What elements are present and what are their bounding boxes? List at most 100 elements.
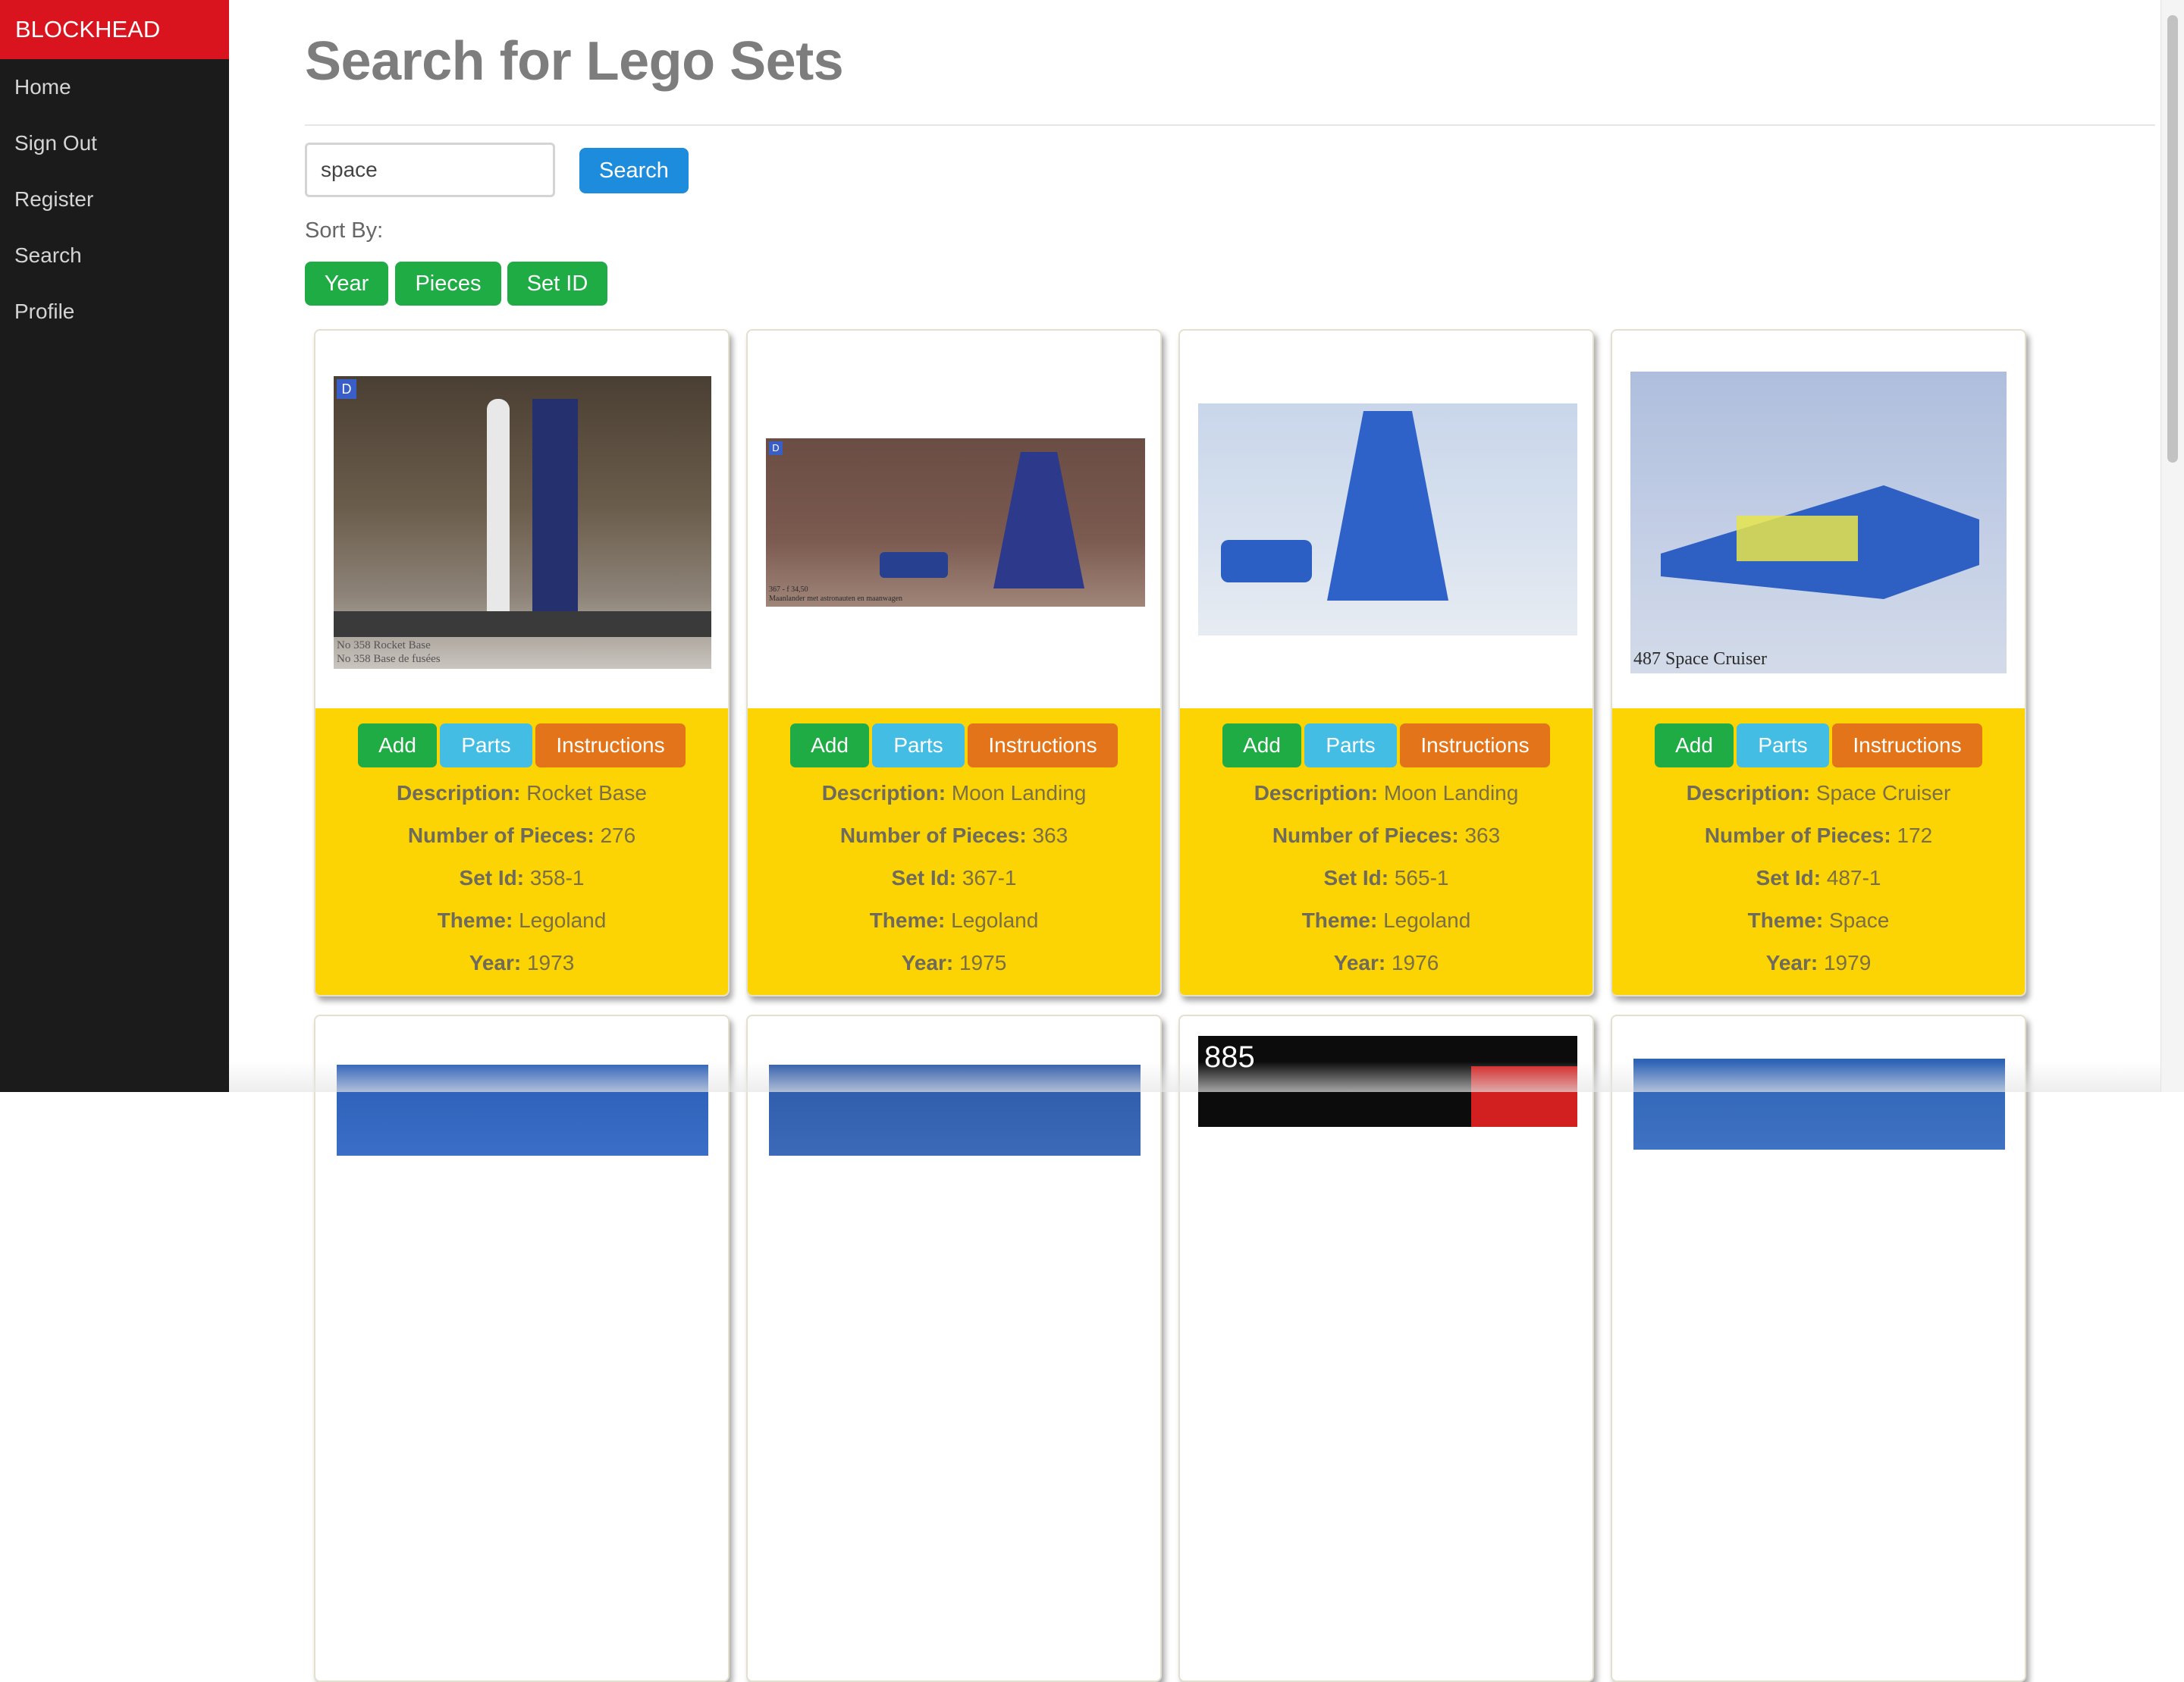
set-id-field: Set Id: 487-1 — [1612, 866, 2025, 890]
theme-value: Legoland — [1383, 908, 1471, 932]
set-card — [1611, 1015, 2026, 1682]
theme-value: Legoland — [951, 908, 1039, 932]
tower-shape — [532, 399, 578, 619]
set-info: Add Parts Instructions Description: Moon L… — [748, 708, 1160, 995]
scrollbar-thumb[interactable] — [2167, 15, 2178, 463]
pieces-field: Number of Pieces: 363 — [1180, 824, 1592, 848]
pieces-field: Number of Pieces: 363 — [748, 824, 1160, 848]
set-id-field: Set Id: 367-1 — [748, 866, 1160, 890]
vertical-scrollbar[interactable] — [2160, 0, 2184, 1092]
sidebar-item-search[interactable]: Search — [0, 228, 229, 284]
field-label: Number of Pieces: — [1272, 824, 1459, 847]
field-label: Description: — [397, 781, 521, 805]
theme-field: Theme: Space — [1612, 908, 2025, 933]
card-actions: Add Parts Instructions — [315, 723, 728, 767]
title-divider — [305, 124, 2155, 126]
theme-value: Space — [1828, 908, 1890, 932]
pieces-field: Number of Pieces: 172 — [1612, 824, 2025, 848]
add-button[interactable]: Add — [1222, 723, 1301, 767]
theme-field: Theme: Legoland — [1180, 908, 1592, 933]
image-caption: 487 Space Cruiser — [1633, 649, 1767, 669]
set-card — [746, 1015, 1162, 1682]
set-card — [314, 1015, 730, 1682]
pieces-value: 363 — [1464, 824, 1501, 847]
search-input[interactable] — [305, 143, 555, 197]
sort-label: Sort By: — [305, 218, 384, 243]
field-label: Set Id: — [459, 866, 525, 890]
set-card: D 367 - f 34,50 Maanlander met astronaut… — [746, 329, 1162, 996]
sidebar-item-home[interactable]: Home — [0, 59, 229, 115]
set-image-area: D 367 - f 34,50 Maanlander met astronaut… — [748, 331, 1160, 708]
sidebar-item-sign-out[interactable]: Sign Out — [0, 115, 229, 171]
canopy-shape — [1737, 516, 1858, 561]
sidebar: BLOCKHEAD Home Sign Out Register Search … — [0, 0, 229, 1092]
theme-field: Theme: Legoland — [748, 908, 1160, 933]
instructions-button[interactable]: Instructions — [535, 723, 686, 767]
field-label: Theme: — [1747, 908, 1824, 932]
description-field: Description: Space Cruiser — [1612, 781, 2025, 805]
set-card: Add Parts Instructions Description: Moon L… — [1178, 329, 1594, 996]
sort-pieces-button[interactable]: Pieces — [395, 262, 501, 306]
search-button[interactable]: Search — [579, 148, 689, 193]
description-field: Description: Moon Landing — [1180, 781, 1592, 805]
sidebar-nav: Home Sign Out Register Search Profile — [0, 59, 229, 340]
set-id-value: 367-1 — [962, 866, 1017, 890]
field-label: Theme: — [437, 908, 513, 932]
lander-shape — [993, 452, 1084, 588]
field-label: Set Id: — [891, 866, 957, 890]
field-label: Set Id: — [1756, 866, 1822, 890]
set-card: D No 358 Rocket Base No 358 Base de fusé… — [314, 329, 730, 996]
add-button[interactable]: Add — [358, 723, 437, 767]
rover-shape — [1221, 540, 1312, 582]
year-value: 1975 — [959, 951, 1007, 974]
set-image-area: D No 358 Rocket Base No 358 Base de fusé… — [315, 331, 728, 708]
brand-logo[interactable]: BLOCKHEAD — [0, 0, 229, 59]
year-field: Year: 1973 — [315, 951, 728, 975]
year-field: Year: 1976 — [1180, 951, 1592, 975]
set-info: Add Parts Instructions Description: Rocket… — [315, 708, 728, 995]
card-actions: Add Parts Instructions — [748, 723, 1160, 767]
set-image-area — [1180, 331, 1592, 708]
page-title: Search for Lego Sets — [305, 31, 844, 92]
field-label: Number of Pieces: — [1704, 824, 1891, 847]
instructions-button[interactable]: Instructions — [1832, 723, 1982, 767]
field-label: Theme: — [1301, 908, 1378, 932]
set-id-value: 487-1 — [1826, 866, 1881, 890]
image-caption: No 358 Rocket Base No 358 Base de fusées — [337, 639, 441, 665]
main-content: Search for Lego Sets Search Sort By: Yea… — [305, 0, 2184, 1682]
rover-shape — [880, 552, 948, 578]
instructions-button[interactable]: Instructions — [1400, 723, 1550, 767]
parts-button[interactable]: Parts — [1737, 723, 1829, 767]
set-card: 487 Space Cruiser Add Parts Instructions D… — [1611, 329, 2026, 996]
field-label: Year: — [469, 951, 522, 974]
pieces-field: Number of Pieces: 276 — [315, 824, 728, 848]
sidebar-item-profile[interactable]: Profile — [0, 284, 229, 340]
add-button[interactable]: Add — [1655, 723, 1734, 767]
set-card: 885 — [1178, 1015, 1594, 1682]
parts-button[interactable]: Parts — [440, 723, 532, 767]
field-label: Description: — [1254, 781, 1379, 805]
card-actions: Add Parts Instructions — [1180, 723, 1592, 767]
year-value: 1979 — [1823, 951, 1872, 974]
description-value: Space Cruiser — [1815, 781, 1951, 805]
parts-button[interactable]: Parts — [872, 723, 965, 767]
add-button[interactable]: Add — [790, 723, 869, 767]
set-image: D No 358 Rocket Base No 358 Base de fusé… — [334, 376, 711, 669]
field-label: Number of Pieces: — [839, 824, 1027, 847]
badge: D — [769, 441, 783, 455]
pieces-value: 363 — [1032, 824, 1068, 847]
description-field: Description: Rocket Base — [315, 781, 728, 805]
set-info: Add Parts Instructions Description: Space … — [1612, 708, 2025, 995]
sidebar-item-register[interactable]: Register — [0, 171, 229, 228]
parts-button[interactable]: Parts — [1304, 723, 1397, 767]
set-id-field: Set Id: 565-1 — [1180, 866, 1592, 890]
lander-shape — [1327, 411, 1448, 601]
field-label: Year: — [1333, 951, 1386, 974]
sort-set-id-button[interactable]: Set ID — [507, 262, 607, 306]
year-field: Year: 1979 — [1612, 951, 2025, 975]
field-label: Description: — [1686, 781, 1811, 805]
sort-year-button[interactable]: Year — [305, 262, 388, 306]
instructions-button[interactable]: Instructions — [968, 723, 1118, 767]
year-value: 1973 — [526, 951, 575, 974]
pieces-value: 172 — [1897, 824, 1933, 847]
